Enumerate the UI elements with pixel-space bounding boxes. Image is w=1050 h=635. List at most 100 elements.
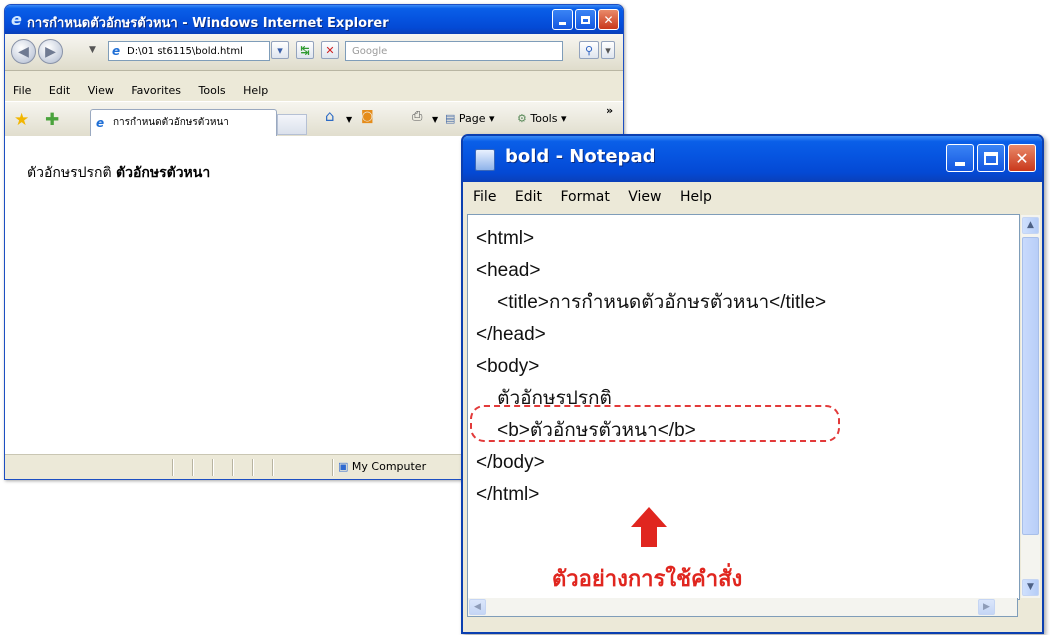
minimize-icon [955,162,965,166]
vertical-scrollbar[interactable]: ▲ ▼ [1021,215,1040,598]
menu-tools[interactable]: Tools [199,84,226,97]
red-arrow-icon [631,507,667,547]
print-dropdown-icon[interactable]: ▼ [432,115,438,124]
toolbar-overflow-icon[interactable]: » [606,104,613,117]
page-icon: e [112,44,121,58]
ie-menu-bar: File Edit View Favorites Tools Help [5,81,623,101]
minimize-icon [559,22,566,25]
home-dropdown-icon[interactable]: ▼ [346,115,352,124]
back-button[interactable]: ◀ [11,39,36,64]
close-button[interactable]: ✕ [1008,144,1036,172]
scroll-right-button[interactable]: ▶ [978,599,995,615]
history-dropdown-icon[interactable]: ▼ [89,45,96,55]
menu-favorites[interactable]: Favorites [131,84,181,97]
minimize-button[interactable] [946,144,974,172]
new-tab-button[interactable] [277,114,307,135]
browser-tab[interactable]: e การกำหนดตัวอักษรตัวหนา [90,109,277,136]
menu-file[interactable]: File [13,84,31,97]
scroll-up-button[interactable]: ▲ [1022,217,1039,234]
status-divider [232,459,233,476]
home-icon[interactable]: ⌂ [325,107,335,125]
back-arrow-icon: ◀ [18,43,29,60]
page-icon: ▤ [445,112,456,125]
ie-logo-icon: e [11,10,22,29]
notepad-menu-bar: File Edit Format View Help [463,182,1042,212]
status-divider [252,459,253,476]
close-button[interactable]: ✕ [598,9,619,30]
maximize-button[interactable] [977,144,1005,172]
gear-icon: ⚙ [517,112,527,125]
scroll-left-button[interactable]: ◀ [469,599,486,615]
refresh-button[interactable]: ↹ [296,41,314,59]
close-icon: ✕ [1015,148,1029,168]
notepad-title-bar[interactable]: bold - Notepad ✕ [463,136,1042,182]
address-dropdown-button[interactable]: ▾ [271,41,289,59]
scroll-down-button[interactable]: ▼ [1022,579,1039,596]
maximize-icon [581,15,590,24]
stop-icon: ✕ [325,43,335,57]
ie-title-bar[interactable]: e การกำหนดตัวอักษรตัวหนา - Windows Inter… [5,5,623,34]
menu-view[interactable]: View [628,189,661,205]
menu-edit[interactable]: Edit [515,189,542,205]
search-icon: ⚲ [584,43,594,57]
status-divider [192,459,193,476]
status-divider [272,459,273,476]
code-line: <title>การกำหนดตัวอักษรตัวหนา</title> [476,292,827,313]
status-divider [332,459,333,476]
maximize-icon [984,151,998,165]
address-bar-row: ◀ ▶ ▼ e D:\01 st6115\bold.html ▾ ↹ ✕ Goo… [5,34,623,71]
search-input[interactable]: Google [345,41,563,61]
chevron-up-icon: ▲ [1027,220,1034,230]
page-text: ตัวอักษรปรกติ ตัวอักษรตัวหนา [27,162,210,184]
address-text: D:\01 st6115\bold.html [127,46,243,57]
computer-icon: ▣ [338,460,349,473]
forward-arrow-icon: ▶ [45,43,56,60]
page-menu-label: Page [458,112,486,125]
caption-text: ตัวอย่างการใช้คำสั่ง [552,567,743,592]
tab-title: การกำหนดตัวอักษรตัวหนา [113,117,229,128]
refresh-icon: ↹ [300,43,310,57]
menu-file[interactable]: File [473,189,496,205]
feeds-icon[interactable]: ◙ [361,109,374,124]
menu-edit[interactable]: Edit [49,84,70,97]
code-line: <body> [476,356,540,377]
scroll-thumb[interactable] [1022,237,1039,535]
security-zone[interactable]: ▣ My Computer [338,460,426,473]
normal-text: ตัวอักษรปรกติ [27,165,112,181]
ie-tab-toolbar: ★ ✚ e การกำหนดตัวอักษรตัวหนา ⌂ ▼ ◙ ⎙ ▼ ▤… [5,101,623,138]
horizontal-scrollbar[interactable]: ◀ ▶ [467,598,1018,617]
chevron-down-icon: ▼ [1027,582,1034,592]
tools-menu-label: Tools [530,112,558,125]
ie-window-title: การกำหนดตัวอักษรตัวหนา - Windows Interne… [27,16,389,31]
code-line: </body> [476,452,545,473]
add-favorite-icon[interactable]: ✚ [45,110,59,130]
security-zone-label: My Computer [351,460,427,473]
stop-button[interactable]: ✕ [321,41,339,59]
search-options-button[interactable]: ▾ [601,41,615,59]
menu-help[interactable]: Help [680,189,712,205]
chevron-down-icon: ▾ [605,43,611,57]
search-button[interactable]: ⚲ [579,41,599,59]
menu-help[interactable]: Help [243,84,268,97]
address-input[interactable]: e D:\01 st6115\bold.html [108,41,270,61]
print-icon[interactable]: ⎙ [412,109,422,124]
forward-button[interactable]: ▶ [38,39,63,64]
code-block: <html> <head> <title>การกำหนดตัวอักษรตัวห… [476,223,826,511]
code-line: <head> [476,260,541,281]
tools-menu-button[interactable]: ⚙ Tools ▾ [517,112,567,125]
minimize-button[interactable] [552,9,573,30]
close-icon: ✕ [603,12,614,27]
status-divider [172,459,173,476]
menu-format[interactable]: Format [560,189,609,205]
chevron-down-icon: ▾ [277,43,283,57]
code-line: <html> [476,228,535,249]
chevron-left-icon: ◀ [474,602,481,612]
page-menu-button[interactable]: ▤ Page ▾ [445,112,495,125]
chevron-right-icon: ▶ [983,602,990,612]
tab-page-icon: e [96,116,105,130]
menu-view[interactable]: View [88,84,114,97]
code-line: </head> [476,324,546,345]
maximize-button[interactable] [575,9,596,30]
favorites-star-icon[interactable]: ★ [14,110,29,130]
bold-text: ตัวอักษรตัวหนา [116,165,211,181]
